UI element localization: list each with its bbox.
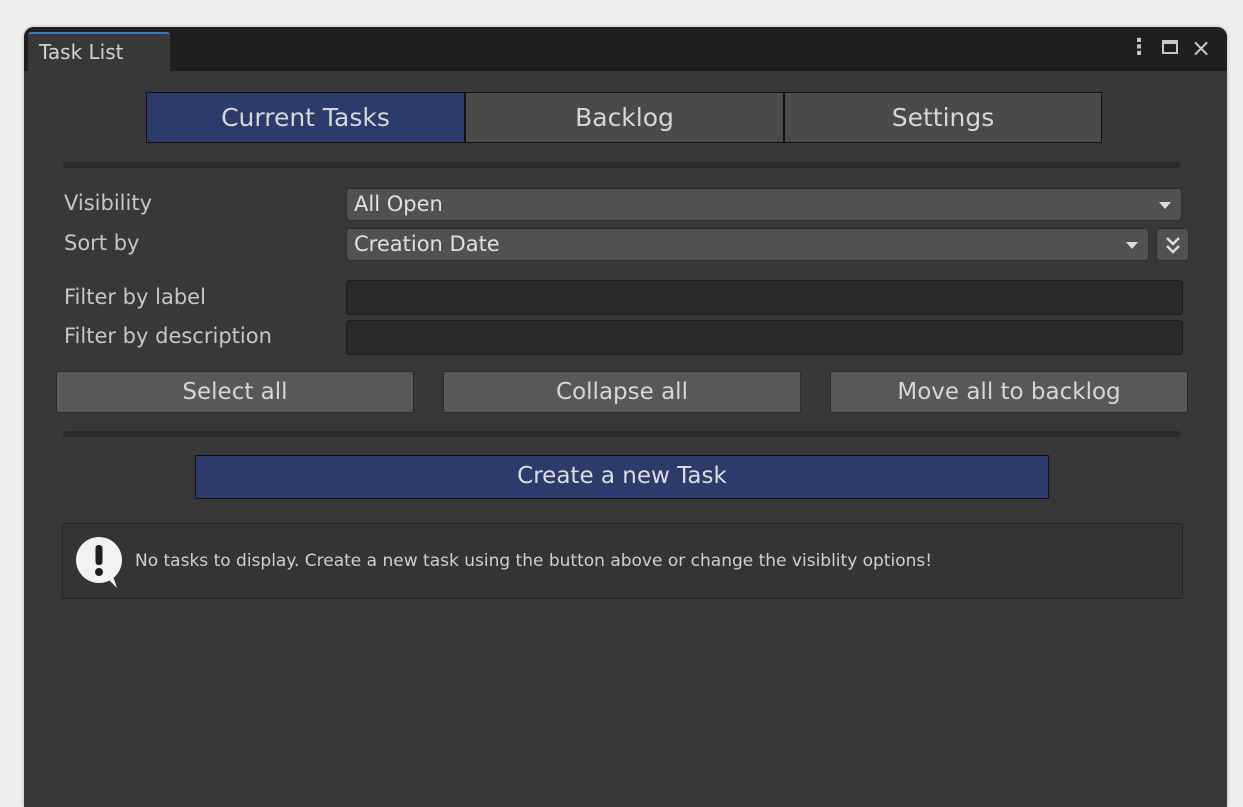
visibility-label: Visibility [64, 191, 153, 215]
maximize-icon[interactable] [1162, 40, 1178, 54]
window-tab-task-list[interactable]: Task List [28, 32, 170, 71]
tab-backlog[interactable]: Backlog [465, 92, 784, 143]
close-icon[interactable]: × [1190, 35, 1212, 61]
window-titlebar: Task List ⋮ × [24, 27, 1227, 71]
help-message: No tasks to display. Create a new task u… [135, 551, 933, 571]
sort-by-value: Creation Date [354, 232, 500, 256]
filter-by-description-label: Filter by description [64, 324, 272, 348]
chevron-down-icon [1126, 242, 1138, 249]
info-helpbox: No tasks to display. Create a new task u… [62, 523, 1183, 599]
select-all-button[interactable]: Select all [56, 371, 414, 413]
create-new-task-button[interactable]: Create a new Task [195, 455, 1049, 499]
info-speech-bubble-icon [73, 536, 125, 590]
kebab-menu-icon[interactable]: ⋮ [1128, 35, 1150, 61]
visibility-value: All Open [354, 192, 443, 216]
task-list-window: Task List ⋮ × Current Tasks Backlog Sett… [24, 27, 1227, 807]
separator-top [63, 162, 1181, 168]
move-all-to-backlog-button[interactable]: Move all to backlog [830, 371, 1188, 413]
filter-by-description-input[interactable] [346, 320, 1183, 355]
visibility-dropdown[interactable]: All Open [346, 188, 1182, 221]
chevron-down-icon [1159, 202, 1171, 209]
filter-by-label-label: Filter by label [64, 285, 206, 309]
tab-settings[interactable]: Settings [784, 92, 1102, 143]
collapse-all-button[interactable]: Collapse all [443, 371, 801, 413]
tab-current-tasks[interactable]: Current Tasks [146, 92, 465, 143]
sort-by-dropdown[interactable]: Creation Date [346, 228, 1149, 261]
filter-by-label-input[interactable] [346, 280, 1183, 315]
sort-by-label: Sort by [64, 231, 140, 255]
chevron-double-down-icon [1165, 237, 1181, 260]
sort-direction-button[interactable] [1156, 228, 1189, 261]
separator-middle [63, 431, 1181, 437]
